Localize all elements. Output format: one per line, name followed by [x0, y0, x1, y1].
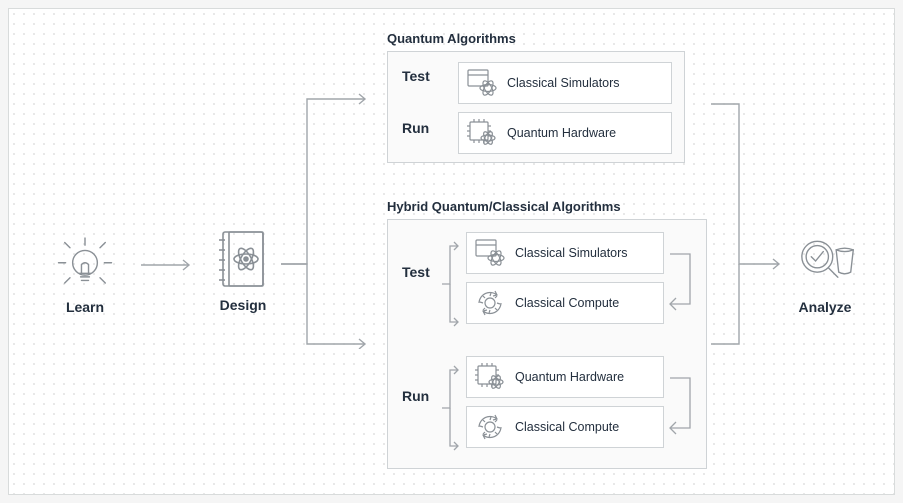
card-classical-compute-test: Classical Compute — [466, 282, 664, 324]
chip-atom-icon — [465, 116, 499, 150]
card-label: Quantum Hardware — [507, 126, 616, 140]
arrow-design-fork — [279, 89, 379, 349]
simulator-icon — [473, 236, 507, 270]
quantum-panel-title: Quantum Algorithms — [387, 31, 516, 46]
quantum-test-label: Test — [402, 68, 430, 84]
card-quantum-hardware-hybrid: Quantum Hardware — [466, 356, 664, 398]
hybrid-panel-title: Hybrid Quantum/Classical Algorithms — [387, 199, 621, 214]
stage-learn-label: Learn — [66, 299, 104, 315]
arrow-merge-analyze — [709, 94, 789, 354]
loop-test — [668, 240, 702, 320]
card-label: Classical Simulators — [507, 76, 620, 90]
card-label: Classical Compute — [515, 296, 619, 310]
hybrid-test-label: Test — [402, 264, 430, 280]
bracket-run — [440, 360, 462, 456]
stage-design-label: Design — [220, 297, 267, 313]
chip-atom-icon — [473, 360, 507, 394]
diagram-canvas: Learn Design — [8, 8, 895, 495]
stage-analyze-label: Analyze — [799, 299, 852, 315]
card-quantum-hardware: Quantum Hardware — [458, 112, 672, 154]
card-classical-simulators: Classical Simulators — [458, 62, 672, 104]
magnifier-bucket-icon — [795, 231, 855, 291]
gear-cycle-icon — [473, 410, 507, 444]
quantum-run-label: Run — [402, 120, 429, 136]
simulator-icon — [465, 66, 499, 100]
hybrid-run-label: Run — [402, 388, 429, 404]
quantum-panel: Test Classical Simulators Run — [387, 51, 685, 163]
loop-run — [668, 364, 702, 444]
arrow-learn-design — [139, 259, 199, 271]
gear-cycle-icon — [473, 286, 507, 320]
bracket-test — [440, 236, 462, 332]
stage-design: Design — [213, 229, 273, 313]
lightbulb-icon — [55, 231, 115, 291]
stage-analyze: Analyze — [795, 231, 855, 315]
card-label: Quantum Hardware — [515, 370, 624, 384]
card-classical-simulators-hybrid: Classical Simulators — [466, 232, 664, 274]
card-classical-compute-run: Classical Compute — [466, 406, 664, 448]
notebook-atom-icon — [213, 229, 273, 289]
card-label: Classical Simulators — [515, 246, 628, 260]
hybrid-panel: Test Classical Simulators — [387, 219, 707, 469]
card-label: Classical Compute — [515, 420, 619, 434]
stage-learn: Learn — [55, 231, 115, 315]
